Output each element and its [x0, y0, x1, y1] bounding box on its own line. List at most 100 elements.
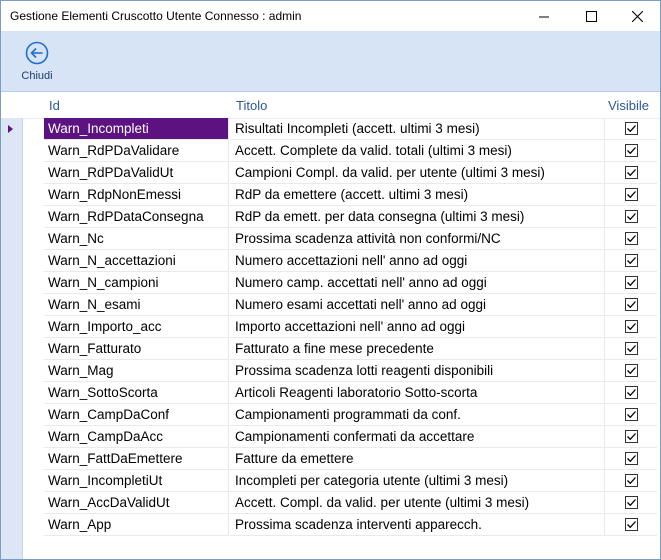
visibile-checkbox[interactable]	[625, 496, 638, 509]
cell-titolo[interactable]: RdP da emettere (accett. ultimi 3 mesi)	[230, 184, 605, 206]
cell-id[interactable]: Warn_RdPDaValidUt	[44, 162, 229, 184]
cell-titolo[interactable]: Campionamenti confermati da accettare	[230, 426, 605, 448]
column-header-id[interactable]: Id	[49, 98, 60, 113]
table-row[interactable]: Warn_RdPDaValidUt Campioni Compl. da vali…	[1, 162, 660, 184]
window-title: Gestione Elementi Cruscotto Utente Conne…	[10, 9, 302, 23]
cell-id[interactable]: Warn_N_accettazioni	[44, 250, 229, 272]
visibile-checkbox[interactable]	[625, 210, 638, 223]
close-window-button[interactable]	[614, 1, 660, 31]
checkmark-icon	[627, 345, 636, 353]
cell-titolo[interactable]: Fatturato a fine mese precedente	[230, 338, 605, 360]
cell-id[interactable]: Warn_FattDaEmettere	[44, 448, 229, 470]
visibile-checkbox[interactable]	[625, 474, 638, 487]
chiudi-button[interactable]: Chiudi	[15, 39, 59, 87]
minimize-icon	[538, 16, 549, 17]
app-window: Gestione Elementi Cruscotto Utente Conne…	[0, 0, 661, 560]
table-row[interactable]: Warn_Nc Prossima scadenza attività non co…	[1, 228, 660, 250]
cell-id[interactable]: Warn_Nc	[44, 228, 229, 250]
column-header-visibile[interactable]: Visibile	[608, 98, 649, 113]
cell-id[interactable]: Warn_Incompleti	[44, 118, 229, 140]
table-row[interactable]: Warn_RdPDaValidare Accett. Complete da va…	[1, 140, 660, 162]
cell-titolo[interactable]: Risultati Incompleti (accett. ultimi 3 m…	[230, 118, 605, 140]
table-row[interactable]: Warn_IncompletiUt Incompleti per categori…	[1, 470, 660, 492]
table-row[interactable]: Warn_FattDaEmettere Fatture da emettere	[1, 448, 660, 470]
visibile-checkbox[interactable]	[625, 166, 638, 179]
cell-titolo[interactable]: Prossima scadenza attività non conformi/…	[230, 228, 605, 250]
maximize-icon	[585, 10, 597, 22]
checkmark-icon	[627, 301, 636, 309]
cell-id[interactable]: Warn_App	[44, 514, 229, 536]
visibile-checkbox[interactable]	[625, 188, 638, 201]
cell-visibile	[605, 250, 657, 272]
table-row[interactable]: Warn_RdPDataConsegna RdP da emett. per da…	[1, 206, 660, 228]
table-row[interactable]: Warn_Mag Prossima scadenza lotti reagenti…	[1, 360, 660, 382]
cell-titolo[interactable]: Prossima scadenza interventi apparecch.	[230, 514, 605, 536]
table-row[interactable]: Warn_N_accettazioni Numero accettazioni n…	[1, 250, 660, 272]
cell-titolo[interactable]: Accett. Compl. da valid. per utente (ult…	[230, 492, 605, 514]
cell-id[interactable]: Warn_IncompletiUt	[44, 470, 229, 492]
cell-id[interactable]: Warn_N_campioni	[44, 272, 229, 294]
cell-titolo[interactable]: Campioni Compl. da valid. per utente (ul…	[230, 162, 605, 184]
close-icon	[631, 10, 643, 22]
table-row[interactable]: Warn_SottoScorta Articoli Reagenti labora…	[1, 382, 660, 404]
visibile-checkbox[interactable]	[625, 430, 638, 443]
table-row[interactable]: Warn_CampDaAcc Campionamenti confermati d…	[1, 426, 660, 448]
cell-id[interactable]: Warn_CampDaConf	[44, 404, 229, 426]
visibile-checkbox[interactable]	[625, 320, 638, 333]
visibile-checkbox[interactable]	[625, 144, 638, 157]
visibile-checkbox[interactable]	[625, 518, 638, 531]
cell-titolo[interactable]: Numero camp. accettati nell' anno ad ogg…	[230, 272, 605, 294]
cell-titolo[interactable]: Incompleti per categoria utente (ultimi …	[230, 470, 605, 492]
cell-visibile	[605, 448, 657, 470]
cell-titolo[interactable]: Accett. Complete da valid. totali (ultim…	[230, 140, 605, 162]
cell-visibile	[605, 118, 657, 140]
checkmark-icon	[627, 191, 636, 199]
table-row[interactable]: Warn_RdpNonEmessi RdP da emettere (accett…	[1, 184, 660, 206]
cell-id[interactable]: Warn_N_esami	[44, 294, 229, 316]
cell-titolo[interactable]: Numero accettazioni nell' anno ad oggi	[230, 250, 605, 272]
cell-titolo[interactable]: Articoli Reagenti laboratorio Sotto-scor…	[230, 382, 605, 404]
visibile-checkbox[interactable]	[625, 232, 638, 245]
visibile-checkbox[interactable]	[625, 276, 638, 289]
cell-titolo[interactable]: Importo accettazioni nell' anno ad oggi	[230, 316, 605, 338]
cell-id[interactable]: Warn_CampDaAcc	[44, 426, 229, 448]
table-row[interactable]: Warn_N_esami Numero esami accettati nell'…	[1, 294, 660, 316]
table-row[interactable]: Warn_Incompleti Risultati Incompleti (acc…	[1, 118, 660, 140]
visibile-checkbox[interactable]	[625, 408, 638, 421]
checkmark-icon	[627, 521, 636, 529]
cell-id[interactable]: Warn_RdpNonEmessi	[44, 184, 229, 206]
cell-visibile	[605, 184, 657, 206]
cell-titolo[interactable]: Numero esami accettati nell' anno ad ogg…	[230, 294, 605, 316]
visibile-checkbox[interactable]	[625, 254, 638, 267]
visibile-checkbox[interactable]	[625, 298, 638, 311]
cell-id[interactable]: Warn_Mag	[44, 360, 229, 382]
table-row[interactable]: Warn_CampDaConf Campionamenti programmati…	[1, 404, 660, 426]
cell-id[interactable]: Warn_Importo_acc	[44, 316, 229, 338]
maximize-button[interactable]	[568, 1, 614, 31]
visibile-checkbox[interactable]	[625, 386, 638, 399]
cell-titolo[interactable]: Prossima scadenza lotti reagenti disponi…	[230, 360, 605, 382]
visibile-checkbox[interactable]	[625, 122, 638, 135]
cell-titolo[interactable]: RdP da emett. per data consegna (ultimi …	[230, 206, 605, 228]
cell-id[interactable]: Warn_RdPDaValidare	[44, 140, 229, 162]
visibile-checkbox[interactable]	[625, 342, 638, 355]
visibile-checkbox[interactable]	[625, 452, 638, 465]
table-row[interactable]: Warn_N_campioni Numero camp. accettati ne…	[1, 272, 660, 294]
checkmark-icon	[627, 279, 636, 287]
cell-id[interactable]: Warn_RdPDataConsegna	[44, 206, 229, 228]
cell-titolo[interactable]: Campionamenti programmati da conf.	[230, 404, 605, 426]
table-row[interactable]: Warn_App Prossima scadenza interventi app…	[1, 514, 660, 536]
visibile-checkbox[interactable]	[625, 364, 638, 377]
cell-id[interactable]: Warn_AccDaValidUt	[44, 492, 229, 514]
cell-id[interactable]: Warn_Fatturato	[44, 338, 229, 360]
column-header-titolo[interactable]: Titolo	[236, 98, 267, 113]
checkmark-icon	[627, 411, 636, 419]
cell-id[interactable]: Warn_SottoScorta	[44, 382, 229, 404]
table-row[interactable]: Warn_Importo_acc Importo accettazioni nel…	[1, 316, 660, 338]
cell-visibile	[605, 228, 657, 250]
table-row[interactable]: Warn_Fatturato Fatturato a fine mese prec…	[1, 338, 660, 360]
table-row[interactable]: Warn_AccDaValidUt Accett. Compl. da valid…	[1, 492, 660, 514]
cell-titolo[interactable]: Fatture da emettere	[230, 448, 605, 470]
minimize-button[interactable]	[521, 1, 567, 31]
cell-visibile	[605, 206, 657, 228]
